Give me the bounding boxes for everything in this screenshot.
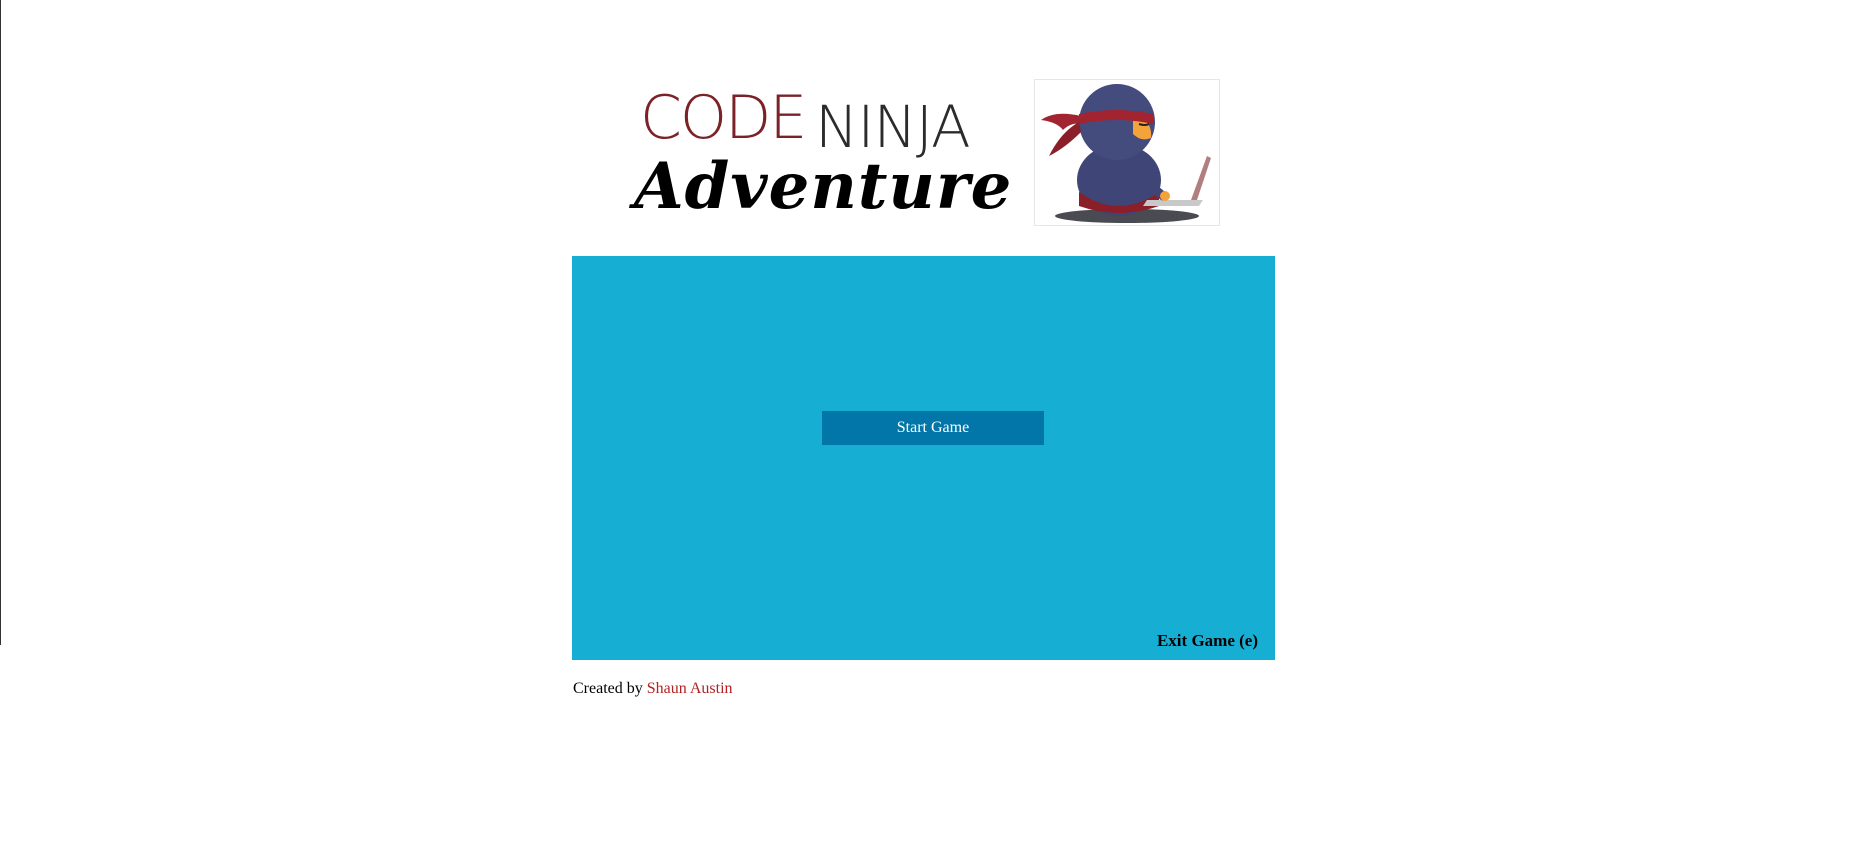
start-game-button[interactable]: Start Game bbox=[822, 411, 1044, 445]
author-link[interactable]: Shaun Austin bbox=[647, 680, 733, 697]
page-edge-rule bbox=[0, 0, 1, 645]
game-stage: Start Game Exit Game (e) bbox=[572, 256, 1275, 660]
ninja-mascot-icon bbox=[1034, 79, 1220, 226]
exit-game-button[interactable]: Exit Game (e) bbox=[1157, 631, 1258, 651]
logo-ninja-text: NINJA bbox=[815, 93, 971, 161]
game-header: CODE NINJA Adventure bbox=[628, 70, 1228, 240]
logo-code-text: CODE bbox=[640, 83, 807, 153]
logo-adventure-text: Adventure bbox=[634, 149, 1013, 224]
credits-line: Created by Shaun Austin bbox=[573, 680, 733, 698]
created-by-label: Created by bbox=[573, 680, 643, 697]
